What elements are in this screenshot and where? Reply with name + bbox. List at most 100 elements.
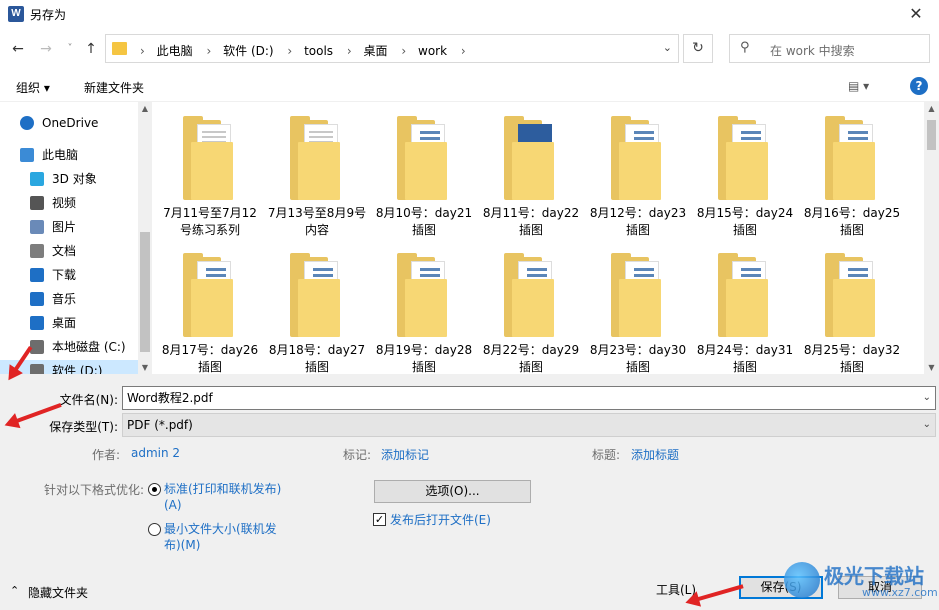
filename-input[interactable]: Word教程2.pdf ⌄	[122, 386, 936, 410]
sidebar-item[interactable]: 图片	[0, 216, 138, 238]
sidebar-scrollbar[interactable]: ▲ ▼	[138, 102, 152, 374]
view-options-button[interactable]: ▤ ▾	[848, 79, 869, 93]
sidebar-item[interactable]: 本地磁盘 (C:)	[0, 336, 138, 358]
folder-item[interactable]: 7月11号至7月12号练习系列	[160, 102, 260, 237]
options-button[interactable]: 选项(O)...	[374, 480, 531, 503]
folder-item[interactable]: 8月25号：day32插图	[802, 239, 902, 374]
organize-menu[interactable]: 组织 ▾	[16, 79, 50, 96]
folder-name: 8月19号：day28插图	[375, 343, 473, 374]
optimize-min-size-label[interactable]: 最小文件大小(联机发布)(M)	[164, 521, 284, 553]
address-bar[interactable]: › 此电脑 › 软件 (D:) › tools › 桌面 › work › ⌄	[105, 34, 679, 63]
breadcrumb-work[interactable]: work	[418, 44, 447, 58]
sidebar-item[interactable]: 文档	[0, 240, 138, 262]
folder-item[interactable]: 8月23号：day30插图	[588, 239, 688, 374]
back-arrow-icon[interactable]: ←	[8, 39, 28, 59]
folder-icon	[718, 116, 772, 200]
sidebar-item[interactable]: 视频	[0, 192, 138, 214]
open-after-publish-label[interactable]: 发布后打开文件(E)	[390, 511, 491, 528]
folder-item[interactable]: 8月22号：day29插图	[481, 239, 581, 374]
optimize-standard-radio[interactable]	[148, 483, 161, 496]
chevron-up-icon[interactable]: ⌃	[10, 584, 19, 597]
folder-icon	[825, 116, 879, 200]
folder-name: 8月15号：day24插图	[696, 206, 794, 237]
folder-name: 8月24号：day31插图	[696, 343, 794, 374]
file-list-scrollbar[interactable]: ▲ ▼	[924, 102, 939, 374]
sidebar-item-label: 此电脑	[42, 148, 79, 162]
sidebar-item[interactable]: OneDrive	[0, 112, 138, 134]
drive-icon	[30, 340, 44, 354]
scroll-down-icon[interactable]: ▼	[924, 363, 939, 372]
open-after-publish-checkbox[interactable]: ✓	[373, 513, 386, 526]
help-icon[interactable]: ?	[910, 77, 928, 95]
folder-item[interactable]: 8月19号：day28插图	[374, 239, 474, 374]
add-tags-link[interactable]: 添加标记	[381, 446, 429, 463]
recent-locations-icon[interactable]: ˅	[60, 39, 80, 59]
folder-name: 8月25号：day32插图	[803, 343, 901, 374]
folder-icon	[397, 116, 451, 200]
scroll-down-icon[interactable]: ▼	[138, 363, 152, 372]
hide-folders-toggle[interactable]: 隐藏文件夹	[28, 584, 88, 601]
search-box[interactable]: ⚲ 在 work 中搜索	[729, 34, 930, 63]
close-button[interactable]: ✕	[893, 0, 939, 28]
refresh-button[interactable]: ↻	[683, 34, 713, 63]
watermark-logo-icon	[784, 562, 820, 598]
scroll-up-icon[interactable]: ▲	[138, 104, 152, 113]
sidebar-item[interactable]: 3D 对象	[0, 168, 138, 190]
breadcrumb-separator: ›	[140, 44, 145, 58]
folder-name: 8月11号：day22插图	[482, 206, 580, 237]
folder-item[interactable]: 8月12号：day23插图	[588, 102, 688, 237]
breadcrumb-separator: ›	[346, 44, 352, 58]
folder-item[interactable]: 8月17号：day26插图	[160, 239, 260, 374]
folder-icon	[183, 253, 237, 337]
sidebar-item[interactable]: 音乐	[0, 288, 138, 310]
breadcrumb-tools[interactable]: tools	[304, 44, 333, 58]
save-type-dropdown-icon[interactable]: ⌄	[923, 414, 931, 436]
author-label: 作者:	[92, 448, 121, 462]
folder-item[interactable]: Word 8月11号：day22插图	[481, 102, 581, 237]
folder-icon	[718, 253, 772, 337]
author-value[interactable]: admin 2	[131, 446, 180, 460]
add-title-link[interactable]: 添加标题	[631, 446, 679, 463]
breadcrumb-drive-d[interactable]: 软件 (D:)	[223, 44, 273, 58]
scroll-thumb[interactable]	[927, 120, 936, 150]
address-dropdown-icon[interactable]: ⌄	[663, 41, 672, 54]
optimize-standard-label[interactable]: 标准(打印和联机发布)(A)	[164, 481, 289, 513]
sidebar-item-label: OneDrive	[42, 116, 99, 130]
save-type-select[interactable]: PDF (*.pdf) ⌄	[122, 413, 936, 437]
scroll-thumb[interactable]	[140, 232, 150, 352]
forward-arrow-icon[interactable]: →	[36, 39, 56, 59]
music-icon	[30, 292, 44, 306]
breadcrumb-separator: ›	[287, 44, 293, 58]
folder-icon	[611, 253, 665, 337]
optimize-min-size-radio[interactable]	[148, 523, 161, 536]
title-bar: W 另存为 ✕	[0, 0, 939, 28]
sidebar-item-label: 音乐	[52, 292, 77, 306]
download-icon	[30, 268, 44, 282]
sidebar-item[interactable]: 下载	[0, 264, 138, 286]
breadcrumb: › 此电脑 › 软件 (D:) › tools › 桌面 › work ›	[134, 42, 474, 59]
sidebar-item-label: 桌面	[52, 316, 77, 330]
sidebar-item[interactable]: 此电脑	[0, 144, 138, 166]
breadcrumb-separator: ›	[206, 44, 212, 58]
search-icon: ⚲	[740, 40, 750, 55]
desktop-icon	[30, 316, 44, 330]
folder-item[interactable]: 8月10号：day21插图	[374, 102, 474, 237]
folder-item[interactable]: 8月24号：day31插图	[695, 239, 795, 374]
picture-icon	[30, 220, 44, 234]
window-title: 另存为	[30, 8, 67, 22]
sidebar-item-label: 下载	[52, 268, 77, 282]
folder-item[interactable]: 7月13号至8月9号 内容	[267, 102, 367, 237]
folder-item[interactable]: 8月15号：day24插图	[695, 102, 795, 237]
search-placeholder: 在 work 中搜索	[770, 44, 855, 58]
sidebar-item[interactable]: 桌面	[0, 312, 138, 334]
breadcrumb-desktop[interactable]: 桌面	[364, 44, 388, 58]
new-folder-button[interactable]: 新建文件夹	[84, 79, 144, 96]
scroll-up-icon[interactable]: ▲	[924, 104, 939, 113]
watermark: 极光下载站 www.xz7.com	[784, 558, 938, 602]
up-arrow-icon[interactable]: ↑	[81, 39, 101, 59]
filename-dropdown-icon[interactable]: ⌄	[923, 387, 931, 409]
breadcrumb-this-pc[interactable]: 此电脑	[157, 44, 193, 58]
folder-name: 8月18号：day27插图	[268, 343, 366, 374]
folder-item[interactable]: 8月16号：day25插图	[802, 102, 902, 237]
folder-item[interactable]: 8月18号：day27插图	[267, 239, 367, 374]
